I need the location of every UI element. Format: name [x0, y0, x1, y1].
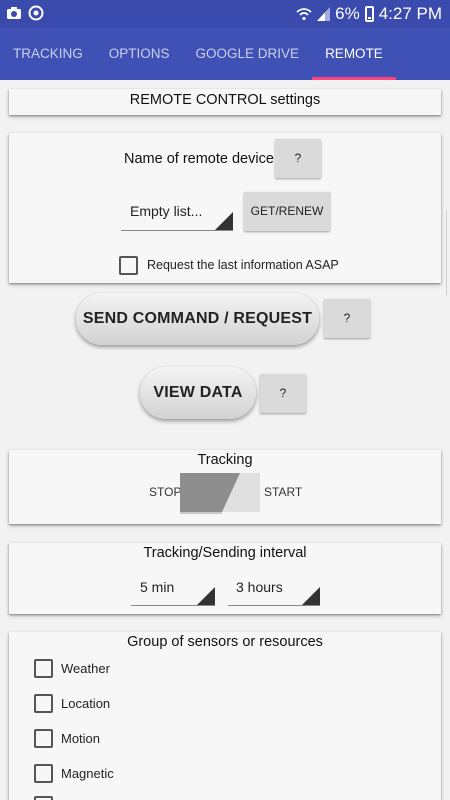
- toggle-underline: [180, 512, 222, 514]
- sensor-motion-checkbox[interactable]: [34, 729, 53, 748]
- clock: 4:27 PM: [378, 4, 442, 23]
- battery-icon: [364, 6, 374, 22]
- dropdown-arrow-icon: [302, 587, 320, 605]
- scroll-indicator: [446, 210, 450, 295]
- sensor-weather-label: Weather: [61, 661, 110, 676]
- battery-percent: 6%: [335, 4, 360, 23]
- sensor-motion-label: Motion: [61, 731, 101, 746]
- sensor-next-checkbox[interactable]: [34, 796, 53, 800]
- sensor-weather-checkbox[interactable]: [34, 659, 53, 678]
- camera-notification-icon: [7, 7, 21, 19]
- view-data-button[interactable]: VIEW DATA: [140, 367, 256, 419]
- dropdown-arrow-icon: [215, 212, 233, 230]
- send-command-button[interactable]: SEND COMMAND / REQUEST: [76, 293, 319, 345]
- page-title: REMOTE CONTROL settings: [129, 92, 321, 108]
- tracking-start-label: START: [264, 485, 303, 499]
- dropdown-arrow-icon: [197, 587, 215, 605]
- send-command-help-button[interactable]: ?: [324, 299, 370, 338]
- sensor-magnetic-checkbox[interactable]: [34, 764, 53, 783]
- request-last-info-checkbox[interactable]: [119, 256, 138, 275]
- tab-tracking[interactable]: TRACKING: [0, 28, 96, 80]
- view-data-help-button[interactable]: ?: [260, 374, 306, 413]
- tab-remote[interactable]: REMOTE: [312, 28, 396, 80]
- wifi-icon: [296, 8, 312, 21]
- device-spinner[interactable]: Empty list...: [121, 200, 233, 231]
- header-card: REMOTE CONTROL settings: [9, 89, 441, 115]
- request-last-info-label: Request the last information ASAP: [147, 258, 339, 272]
- sensor-magnetic-label: Magnetic: [61, 766, 114, 781]
- tracking-interval-value: 5 min: [140, 579, 175, 595]
- tracking-interval-spinner[interactable]: 5 min: [131, 575, 215, 606]
- tab-bar: TRACKING OPTIONS GOOGLE DRIVE REMOTE: [0, 28, 450, 80]
- device-spinner-value: Empty list...: [130, 203, 203, 219]
- sync-notification-icon: [28, 5, 44, 21]
- get-renew-button[interactable]: GET/RENEW: [244, 192, 330, 231]
- sending-interval-spinner[interactable]: 3 hours: [228, 575, 320, 606]
- tab-options[interactable]: OPTIONS: [96, 28, 183, 80]
- sensor-location-checkbox[interactable]: [34, 694, 53, 713]
- tracking-stop-label: STOP: [149, 485, 182, 499]
- interval-title: Tracking/Sending interval: [143, 545, 307, 561]
- sensor-location-label: Location: [61, 696, 111, 711]
- signal-icon: [317, 7, 331, 21]
- sensors-title: Group of sensors or resources: [127, 634, 323, 650]
- remote-device-label: Name of remote device: [124, 151, 274, 167]
- tracking-title: Tracking: [197, 452, 253, 468]
- sending-interval-value: 3 hours: [236, 579, 283, 595]
- status-bar: 6% 4:27 PM: [0, 0, 450, 28]
- tab-google-drive[interactable]: GOOGLE DRIVE: [183, 28, 313, 80]
- remote-device-help-button[interactable]: ?: [275, 139, 321, 178]
